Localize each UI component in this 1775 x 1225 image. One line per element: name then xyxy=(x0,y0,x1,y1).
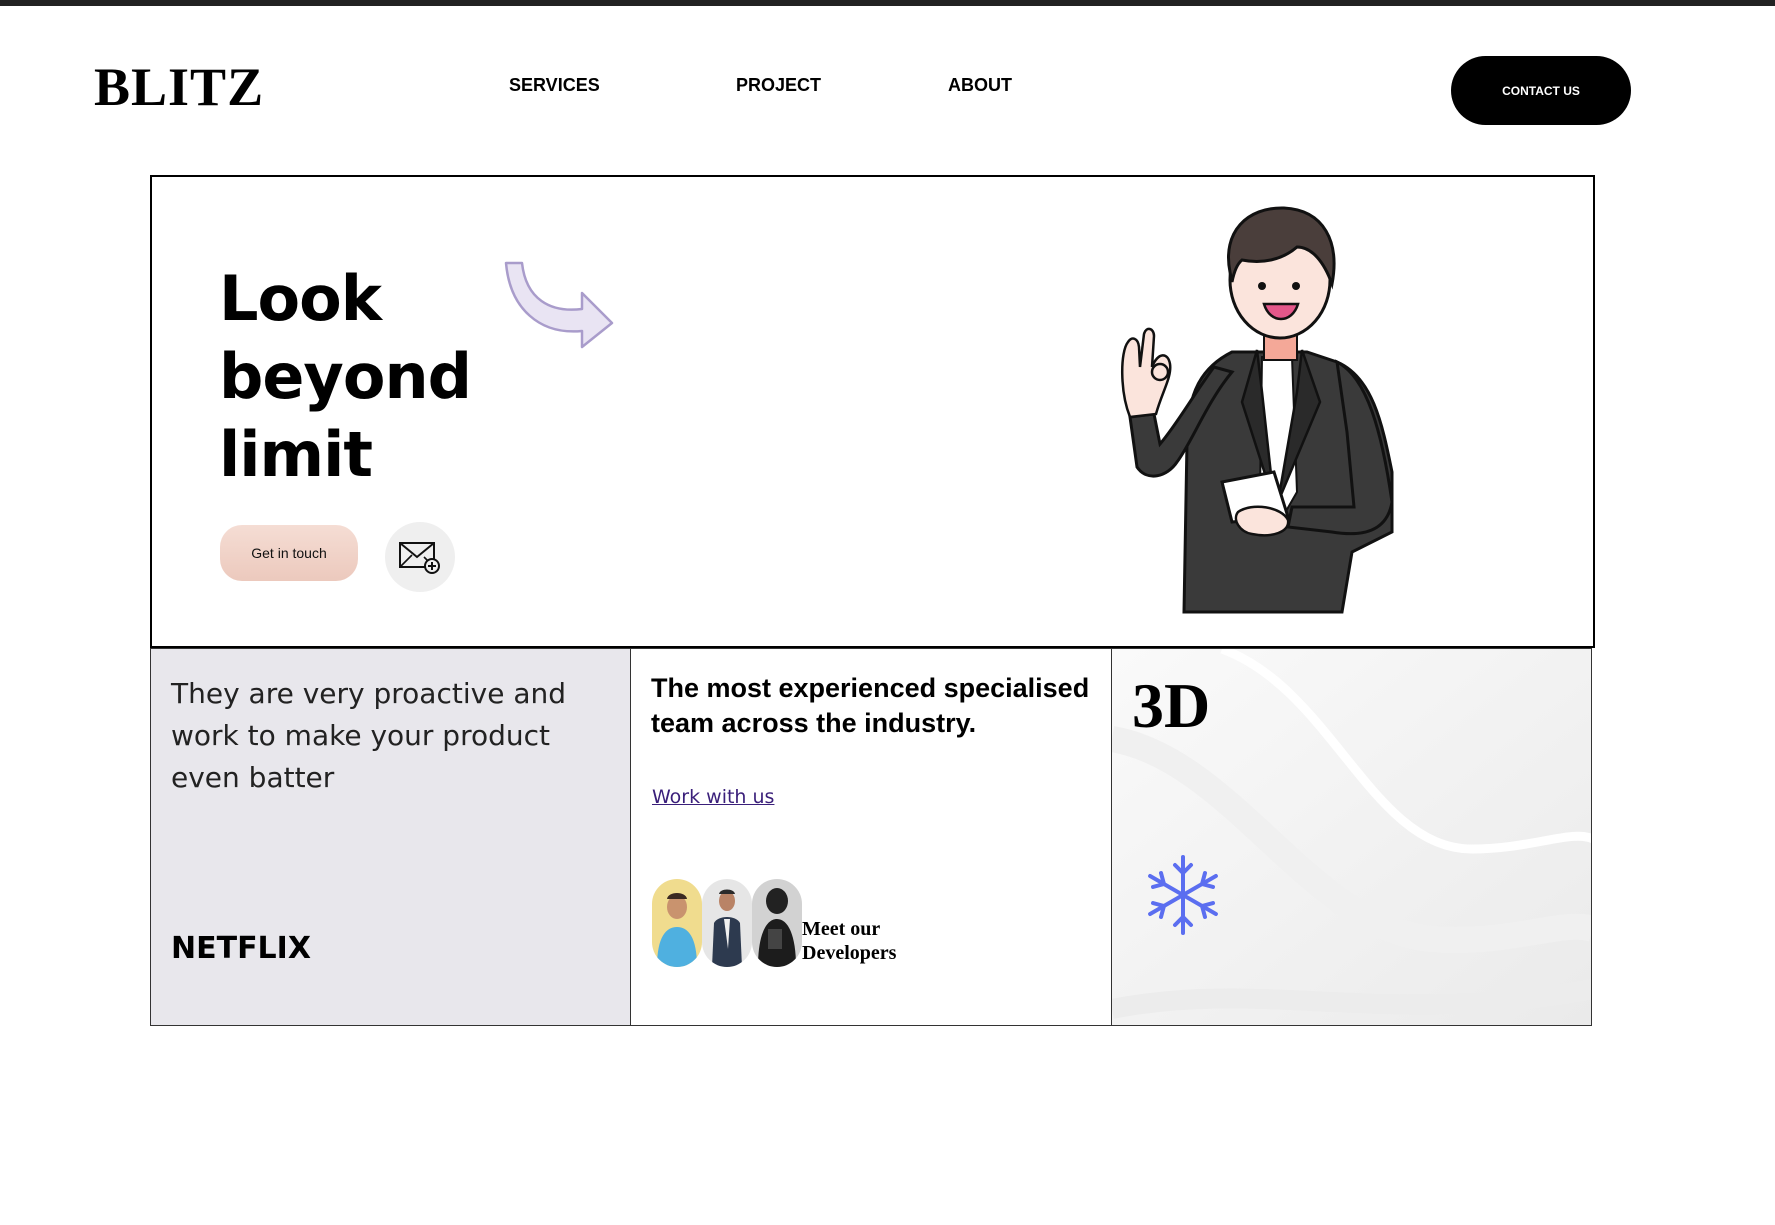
feature-cards: They are very proactive and work to make… xyxy=(150,648,1592,1026)
avatar[interactable] xyxy=(652,879,702,967)
hero-section: Look beyond limit Get in touch xyxy=(150,175,1595,648)
person-icon xyxy=(712,889,742,967)
three-d-card: 3D xyxy=(1111,648,1592,1026)
team-card: The most experienced specialised team ac… xyxy=(630,648,1112,1026)
testimonial-quote: They are very proactive and work to make… xyxy=(171,677,566,794)
mail-button[interactable] xyxy=(385,522,455,592)
nav-project[interactable]: PROJECT xyxy=(736,73,821,97)
nav-about[interactable]: ABOUT xyxy=(948,73,1012,97)
get-in-touch-button[interactable]: Get in touch xyxy=(220,525,358,581)
contact-us-button[interactable]: CONTACT US xyxy=(1451,56,1631,125)
nav-services[interactable]: SERVICES xyxy=(509,73,600,97)
person-icon xyxy=(657,893,697,967)
avatar[interactable] xyxy=(752,879,802,967)
avatar[interactable] xyxy=(702,879,752,967)
logo[interactable]: BLITZ xyxy=(94,55,264,119)
work-with-us-link[interactable]: Work with us xyxy=(652,786,774,808)
three-d-label: 3D xyxy=(1132,670,1211,741)
curved-arrow-icon xyxy=(504,261,614,349)
businessman-illustration xyxy=(1120,206,1394,614)
mail-add-icon xyxy=(399,542,440,574)
hero-title-line: Look xyxy=(219,262,382,335)
developer-avatars[interactable] xyxy=(652,879,812,967)
brand-name: NETFLIX xyxy=(171,931,311,966)
hero-title-line: limit xyxy=(219,418,373,491)
person-icon xyxy=(758,888,796,967)
top-border xyxy=(0,0,1775,6)
testimonial-card: They are very proactive and work to make… xyxy=(150,648,631,1026)
team-title: The most experienced specialised team ac… xyxy=(651,673,1090,738)
snowflake-icon xyxy=(1148,855,1218,935)
meet-developers-label: Meet our Developers xyxy=(802,918,897,964)
hero-title-line: beyond xyxy=(219,340,472,413)
